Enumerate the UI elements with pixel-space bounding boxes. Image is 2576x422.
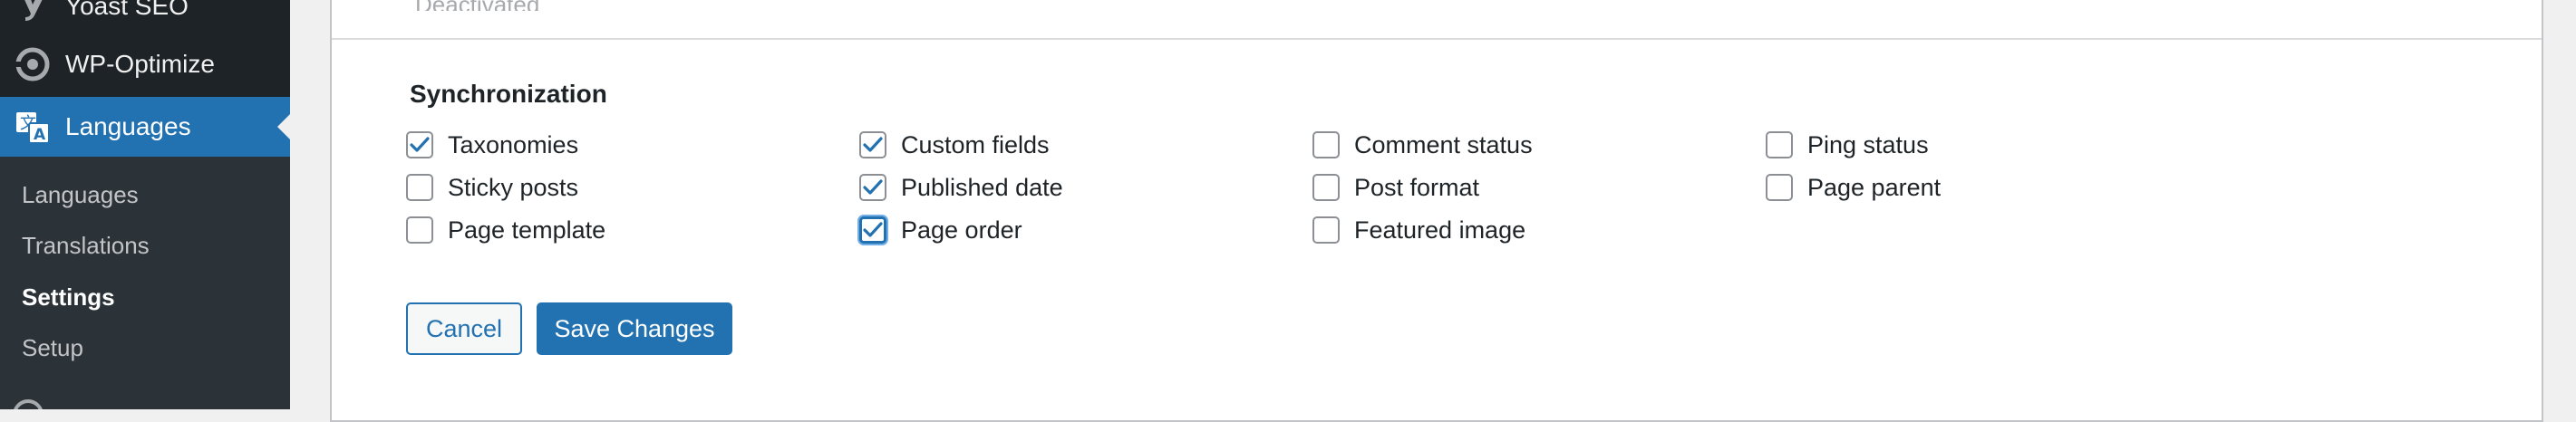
submenu-item-setup[interactable]: Setup (22, 334, 83, 362)
checkbox[interactable] (1312, 174, 1340, 201)
menu-item-languages[interactable]: 文 A Languages (0, 97, 290, 157)
option-label: Page order (901, 216, 1022, 244)
divider (332, 38, 2542, 40)
option-label: Published date (901, 173, 1063, 201)
option-label: Ping status (1807, 130, 1929, 158)
submenu-item-translations[interactable]: Translations (22, 232, 150, 260)
option-post-format[interactable]: Post format (1312, 172, 1479, 203)
option-page-parent[interactable]: Page parent (1766, 172, 1941, 203)
menu-item-label: WP-Optimize (65, 50, 215, 78)
module-status-text: Deactivated (415, 0, 539, 11)
option-page-template[interactable]: Page template (406, 215, 605, 245)
checkbox[interactable] (859, 174, 886, 201)
submenu-item-settings[interactable]: Settings (22, 283, 115, 312)
submenu-item-languages[interactable]: Languages (22, 181, 139, 209)
option-ping-status[interactable]: Ping status (1766, 129, 1929, 160)
checkbox[interactable] (406, 131, 433, 158)
checkbox[interactable] (1312, 216, 1340, 244)
option-custom-fields[interactable]: Custom fields (859, 129, 1050, 160)
settings-panel: Deactivated Synchronization Taxonomies C… (330, 0, 2543, 422)
menu-item-yoast-seo[interactable]: Yoast SEO (0, 0, 290, 36)
checkbox[interactable] (859, 216, 886, 244)
option-label: Featured image (1354, 216, 1526, 244)
checkbox[interactable] (1766, 174, 1793, 201)
option-comment-status[interactable]: Comment status (1312, 129, 1533, 160)
section-title: Synchronization (410, 80, 607, 108)
menu-item-wp-optimize[interactable]: WP-Optimize (0, 34, 290, 94)
menu-item-label: Yoast SEO (65, 0, 189, 20)
option-featured-image[interactable]: Featured image (1312, 215, 1525, 245)
option-label: Sticky posts (448, 173, 579, 201)
checkbox[interactable] (1312, 131, 1340, 158)
menu-item-label: Languages (65, 112, 191, 140)
option-label: Page template (448, 216, 606, 244)
checkbox[interactable] (859, 131, 886, 158)
checkbox[interactable] (406, 174, 433, 201)
translation-icon: 文 A (13, 107, 53, 147)
svg-text:A: A (34, 126, 46, 144)
admin-sidebar: Yoast SEO WP-Optimize 文 A Languages Lang… (0, 0, 290, 409)
next-menu-icon (13, 399, 44, 409)
save-changes-button[interactable]: Save Changes (537, 302, 732, 355)
wp-optimize-icon (13, 44, 53, 84)
yoast-icon (13, 0, 53, 26)
option-taxonomies[interactable]: Taxonomies (406, 129, 578, 160)
option-label: Post format (1354, 173, 1480, 201)
option-label: Custom fields (901, 130, 1050, 158)
checkbox[interactable] (406, 216, 433, 244)
option-label: Comment status (1354, 130, 1533, 158)
option-page-order[interactable]: Page order (859, 215, 1022, 245)
option-label: Page parent (1807, 173, 1942, 201)
option-label: Taxonomies (448, 130, 579, 158)
checkbox[interactable] (1766, 131, 1793, 158)
cancel-button[interactable]: Cancel (406, 302, 522, 355)
option-published-date[interactable]: Published date (859, 172, 1063, 203)
languages-submenu: Languages Translations Settings Setup (0, 157, 290, 409)
option-sticky-posts[interactable]: Sticky posts (406, 172, 578, 203)
